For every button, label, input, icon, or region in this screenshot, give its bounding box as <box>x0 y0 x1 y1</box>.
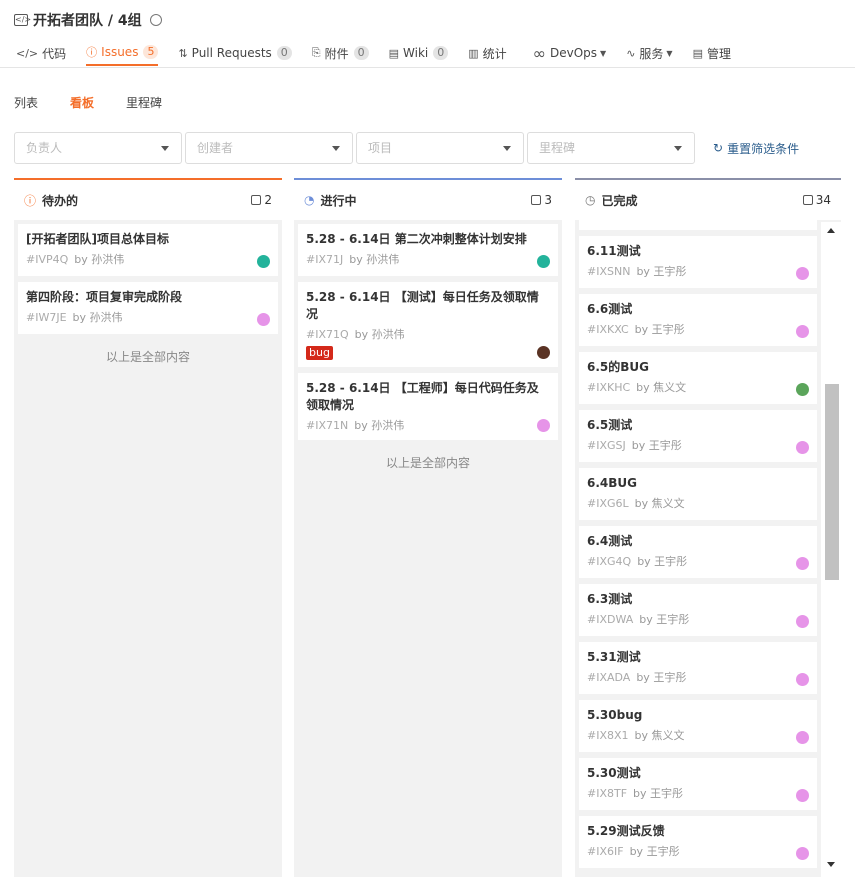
issue-card-partial[interactable] <box>579 220 817 230</box>
column-count: 34 <box>802 193 831 207</box>
bar-chart-icon: ▥ <box>468 46 479 60</box>
wiki-icon: ▤ <box>388 46 400 60</box>
tab-stats[interactable]: ▥ 统计 <box>468 40 506 66</box>
issue-card[interactable]: 5.30测试 #IX8TF by 王宇彤 <box>579 758 817 810</box>
issue-card[interactable]: 5.28 - 6.14日 【测试】每日任务及领取情况 #IX71Q by 孙洪伟 … <box>298 282 558 367</box>
assignee-select[interactable]: 负责人 <box>14 132 182 164</box>
refresh-icon: ↻ <box>713 141 724 155</box>
tab-code[interactable]: </> 代码 <box>16 40 66 66</box>
wiki-count: 0 <box>433 46 449 60</box>
subtab-board[interactable]: 看板 <box>70 94 94 111</box>
column-count: 3 <box>531 193 552 207</box>
avatar[interactable] <box>257 255 270 268</box>
tab-services[interactable]: ∿ 服务 ▼ <box>626 40 672 66</box>
tab-attachments[interactable]: ⎘ 附件 0 <box>312 40 369 66</box>
issues-count: 5 <box>143 45 159 59</box>
progress-icon: ◔ <box>304 193 315 207</box>
comment-icon <box>802 195 813 205</box>
issue-card[interactable]: 5.31测试 #IXADA by 王宇彤 <box>579 642 817 694</box>
avatar[interactable] <box>796 325 809 338</box>
label-tag[interactable]: bug <box>306 346 333 360</box>
avatar[interactable] <box>796 615 809 628</box>
issue-card[interactable]: 5.30bug #IX8X1 by 焦义文 <box>579 700 817 752</box>
subtab-list[interactable]: 列表 <box>14 94 38 111</box>
scroll-up-icon[interactable] <box>827 228 835 233</box>
chevron-down-icon: ▼ <box>666 48 673 58</box>
settings-doc-icon: ▤ <box>692 46 703 60</box>
issue-card[interactable]: [开拓者团队]项目总体目标 #IVP4Q by 孙洪伟 <box>18 224 278 276</box>
issue-card[interactable]: 第四阶段：项目复审完成阶段 #IW7JE by 孙洪伟 <box>18 282 278 334</box>
avatar[interactable] <box>257 313 270 326</box>
avatar[interactable] <box>796 441 809 454</box>
dropdown-arrow-icon <box>674 146 682 151</box>
repo-header: </> 开拓者团队 / 4组 </> 代码 ⓘ Issues 5 ⇅ Pull Requ… <box>0 0 855 68</box>
avatar[interactable] <box>537 419 550 432</box>
issue-card[interactable]: 6.4测试 #IXG4Q by 王宇彤 <box>579 526 817 578</box>
repo-nav: </> 代码 ⓘ Issues 5 ⇅ Pull Requests 0 ⎘ 附件 0 ▤ Wik… <box>16 40 751 66</box>
end-of-list-note: 以上是全部内容 <box>105 350 190 364</box>
chevron-down-icon: ▼ <box>600 48 607 58</box>
certified-badge-icon <box>149 14 162 26</box>
project-select[interactable]: 项目 <box>356 132 524 164</box>
pull-requests-count: 0 <box>276 46 292 60</box>
dropdown-arrow-icon <box>161 146 169 151</box>
view-subtabs: 列表 看板 里程碑 <box>14 94 194 111</box>
column-header: ⓘ 待办的 2 <box>14 180 282 220</box>
issue-card[interactable]: 5.29测试反馈 #IX6IF by 王宇彤 <box>579 816 817 868</box>
avatar[interactable] <box>537 346 550 359</box>
tab-manage[interactable]: ▤ 管理 <box>693 40 731 66</box>
column-scrollbar[interactable] <box>821 222 841 877</box>
avatar[interactable] <box>796 847 809 860</box>
code-icon: </> <box>16 46 39 60</box>
subtab-milestones[interactable]: 里程碑 <box>126 94 162 111</box>
repo-title-row: </> 开拓者团队 / 4组 <box>14 10 162 30</box>
avatar[interactable] <box>796 789 809 802</box>
repo-title[interactable]: 开拓者团队 / 4组 <box>33 10 142 30</box>
pulse-icon: ∿ <box>626 46 636 60</box>
comment-icon <box>531 195 542 205</box>
clock-icon: ◷ <box>585 193 596 207</box>
avatar[interactable] <box>537 255 550 268</box>
attachments-count: 0 <box>353 46 369 60</box>
issues-icon: ⓘ <box>86 46 98 59</box>
board-column-todo: ⓘ 待办的 2 [开拓者团队]项目总体目标 #IVP4Q by 孙洪伟 第四阶段：… <box>14 178 282 877</box>
open-issue-icon: ⓘ <box>24 193 37 208</box>
infinity-icon: ∞ <box>532 43 546 63</box>
reset-filters-button[interactable]: ↻ 重置筛选条件 <box>713 140 799 157</box>
issue-card[interactable]: 6.6测试 #IXKXC by 王宇彤 <box>579 294 817 346</box>
milestone-select[interactable]: 里程碑 <box>527 132 695 164</box>
attachment-icon: ⎘ <box>311 46 321 59</box>
tab-pull-requests[interactable]: ⇅ Pull Requests 0 <box>178 40 292 66</box>
avatar[interactable] <box>796 383 809 396</box>
tab-issues[interactable]: ⓘ Issues 5 <box>86 40 159 66</box>
avatar[interactable] <box>796 731 809 744</box>
filter-bar: 负责人 创建者 项目 里程碑 ↻ 重置筛选条件 <box>14 132 799 164</box>
issue-card[interactable]: 6.5测试 #IXGSJ by 王宇彤 <box>579 410 817 462</box>
issue-card[interactable]: 6.4BUG #IXG6L by 焦义文 <box>579 468 817 520</box>
scroll-down-icon[interactable] <box>827 862 835 867</box>
comment-icon <box>251 195 262 205</box>
issue-card[interactable]: 6.3测试 #IXDWA by 王宇彤 <box>579 584 817 636</box>
column-header: ◷ 已完成 34 <box>575 180 841 220</box>
board-column-done: ◷ 已完成 34 6.11测试 #IXSNN by 王宇彤 6.6测试 #IXKX… <box>575 178 841 877</box>
avatar[interactable] <box>796 267 809 280</box>
dropdown-arrow-icon <box>503 146 511 151</box>
issue-card[interactable]: 6.5的BUG #IXKHC by 焦义文 <box>579 352 817 404</box>
issue-card[interactable]: 5.28 - 6.14日 【工程师】每日代码任务及领取情况 #IX71N by 孙… <box>298 373 558 440</box>
dropdown-arrow-icon <box>332 146 340 151</box>
column-count: 2 <box>251 193 272 207</box>
pull-request-icon: ⇅ <box>178 46 188 60</box>
tab-devops[interactable]: ∞ DevOps ▼ <box>533 40 607 66</box>
board-column-in-progress: ◔ 进行中 3 5.28 - 6.14日 第二次冲刺整体计划安排 #IX71J b… <box>294 178 562 877</box>
end-of-list-note: 以上是全部内容 <box>385 456 470 470</box>
issue-card[interactable]: 6.11测试 #IXSNN by 王宇彤 <box>579 236 817 288</box>
creator-select[interactable]: 创建者 <box>185 132 353 164</box>
avatar[interactable] <box>796 557 809 570</box>
avatar[interactable] <box>796 673 809 686</box>
scrollbar-thumb[interactable] <box>825 384 839 580</box>
column-header: ◔ 进行中 3 <box>294 180 562 220</box>
code-repo-icon: </> <box>14 14 32 26</box>
tab-wiki[interactable]: ▤ Wiki 0 <box>389 40 449 66</box>
issue-card[interactable]: 5.28 - 6.14日 第二次冲刺整体计划安排 #IX71J by 孙洪伟 <box>298 224 558 276</box>
